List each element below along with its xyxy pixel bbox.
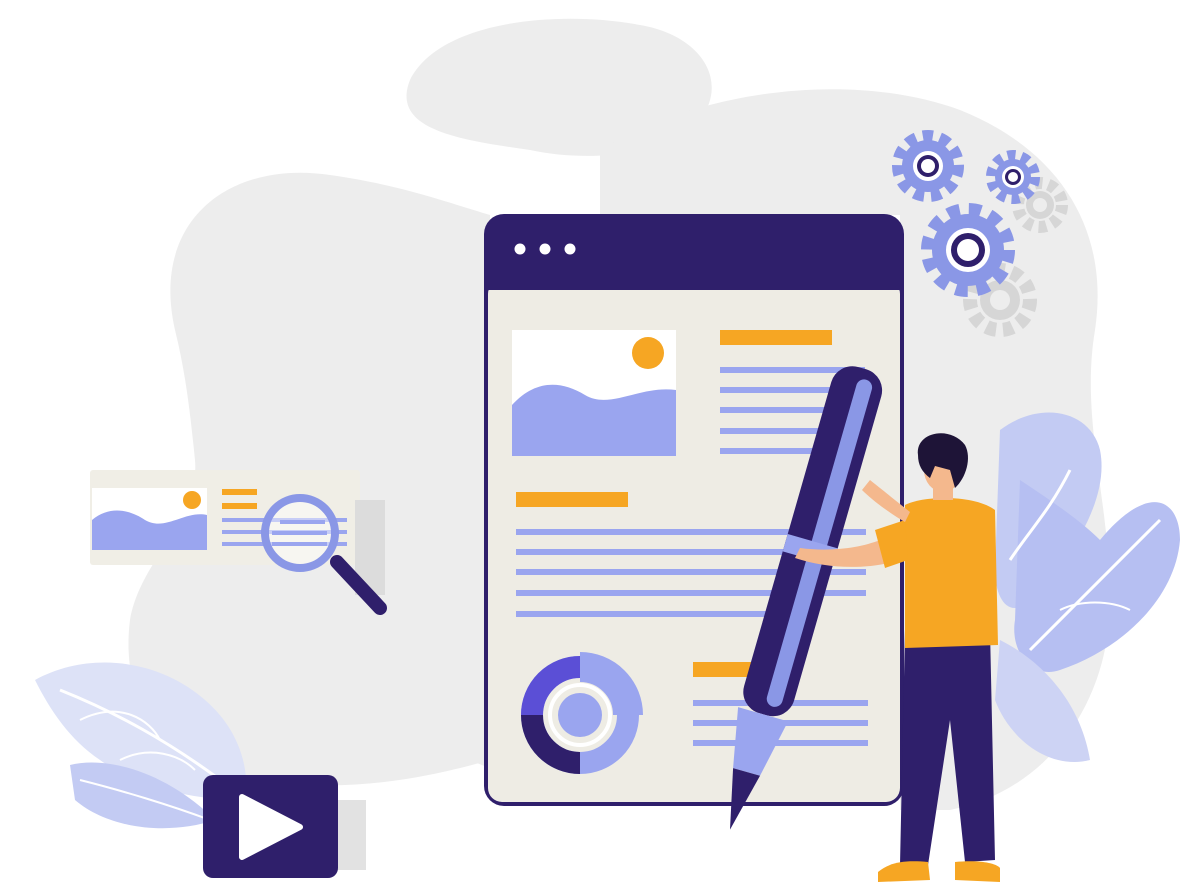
leaf-icon bbox=[995, 412, 1180, 762]
content-creation-illustration bbox=[35, 18, 1180, 882]
window-dots bbox=[514, 243, 576, 255]
image-icon bbox=[92, 488, 207, 550]
play-icon bbox=[203, 775, 366, 878]
sun-icon bbox=[632, 337, 664, 369]
gear-icon bbox=[921, 203, 1015, 297]
image-icon bbox=[512, 330, 676, 456]
